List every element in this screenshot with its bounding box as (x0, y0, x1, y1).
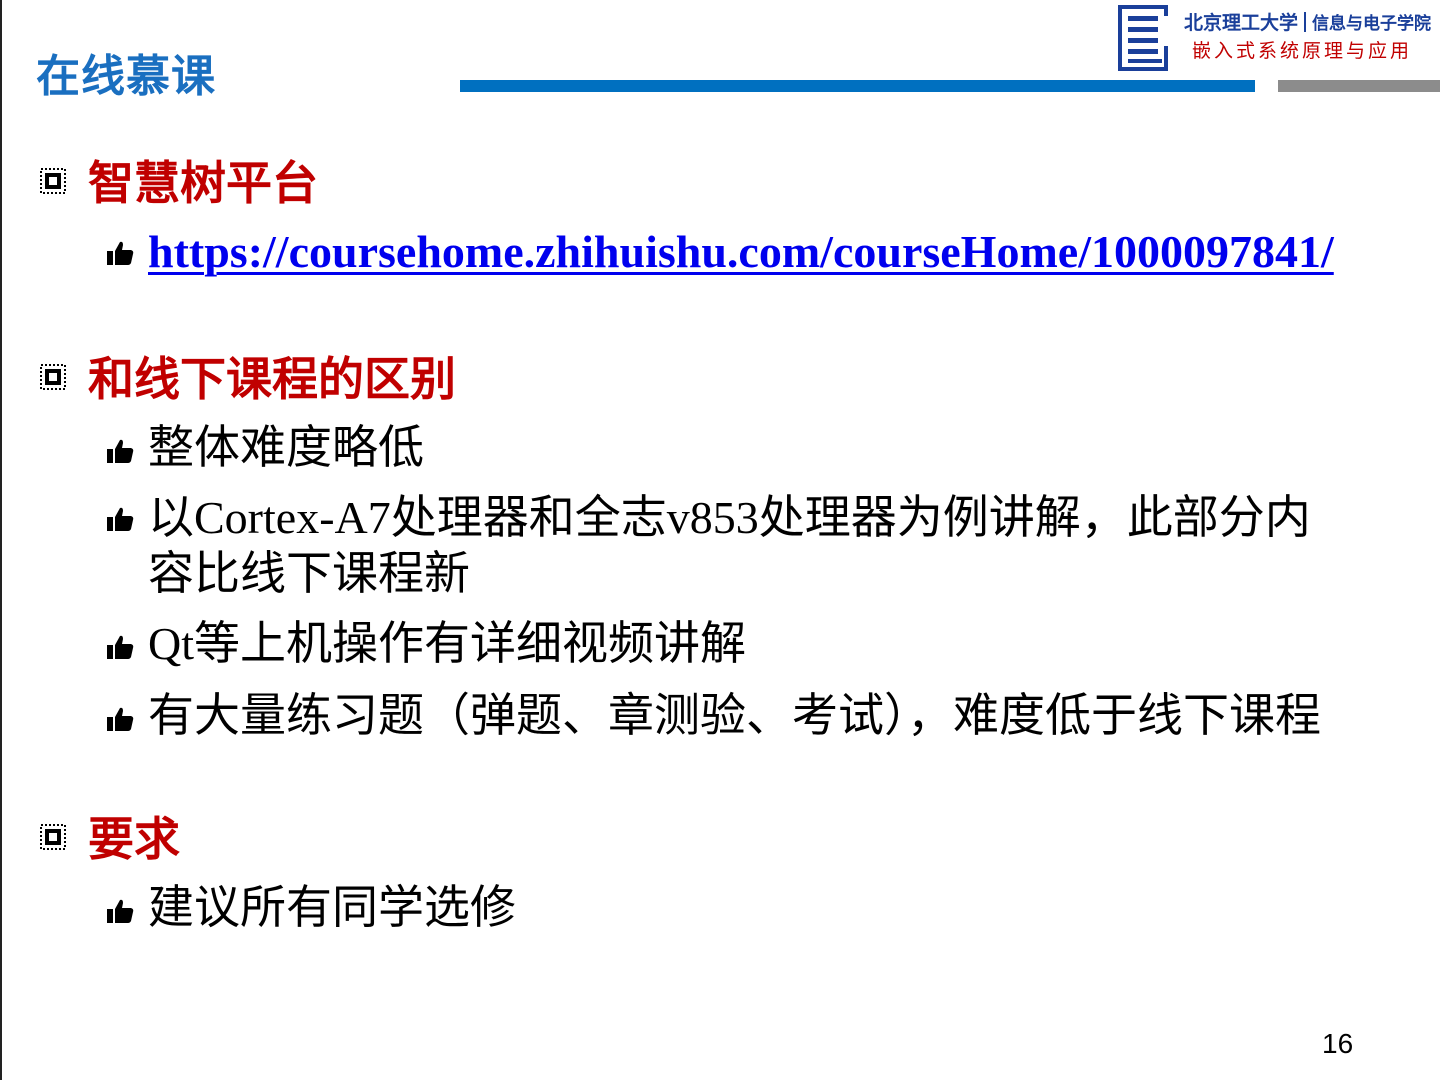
title-gray-bar (1278, 80, 1440, 92)
section-heading-platform: 智慧树平台 (88, 156, 318, 210)
list-item: https://coursehome.zhihuishu.com/courseH… (148, 224, 1378, 280)
thumbs-up-icon (107, 707, 134, 731)
slide: 在线慕课 北京理工大学 信息与电子学院 嵌入式系统原理与应用 智慧树平台 http… (0, 0, 1440, 1080)
course-name: 嵌入式系统原理与应用 (1192, 40, 1413, 62)
thumbs-up-icon (107, 635, 134, 659)
university-label: 北京理工大学 (1184, 12, 1299, 34)
thumbs-up-icon (107, 899, 134, 923)
thumbs-up-icon (107, 507, 134, 531)
thumbs-up-icon (107, 439, 134, 463)
list-item: Qt等上机操作有详细视频讲解 (148, 618, 746, 669)
title-accent-bar (460, 80, 1255, 92)
chip-bullet-icon (40, 824, 66, 850)
list-item: 建议所有同学选修 (148, 882, 516, 933)
university-name: 北京理工大学 信息与电子学院 (1184, 8, 1431, 35)
course-link[interactable]: https://coursehome.zhihuishu.com/courseH… (148, 226, 1334, 277)
department-label: 信息与电子学院 (1312, 14, 1432, 34)
chip-bullet-icon (40, 364, 66, 390)
section-heading-differences: 和线下课程的区别 (88, 352, 456, 406)
university-emblem-icon (1118, 5, 1168, 71)
section-heading-requirements: 要求 (88, 812, 180, 866)
list-item: 以Cortex-A7处理器和全志v853处理器为例讲解，此部分内容比线下课程新 (148, 492, 1311, 599)
header-separator (1304, 12, 1307, 32)
thumbs-up-icon (107, 241, 134, 265)
page-title: 在线慕课 (36, 51, 216, 102)
slide-left-border (0, 0, 2, 1080)
list-item: 整体难度略低 (148, 422, 424, 473)
page-number: 16 (1322, 1028, 1354, 1059)
list-item: 有大量练习题（弹题、章测验、考试），难度低于线下课程 (148, 690, 1321, 741)
chip-bullet-icon (40, 168, 66, 194)
